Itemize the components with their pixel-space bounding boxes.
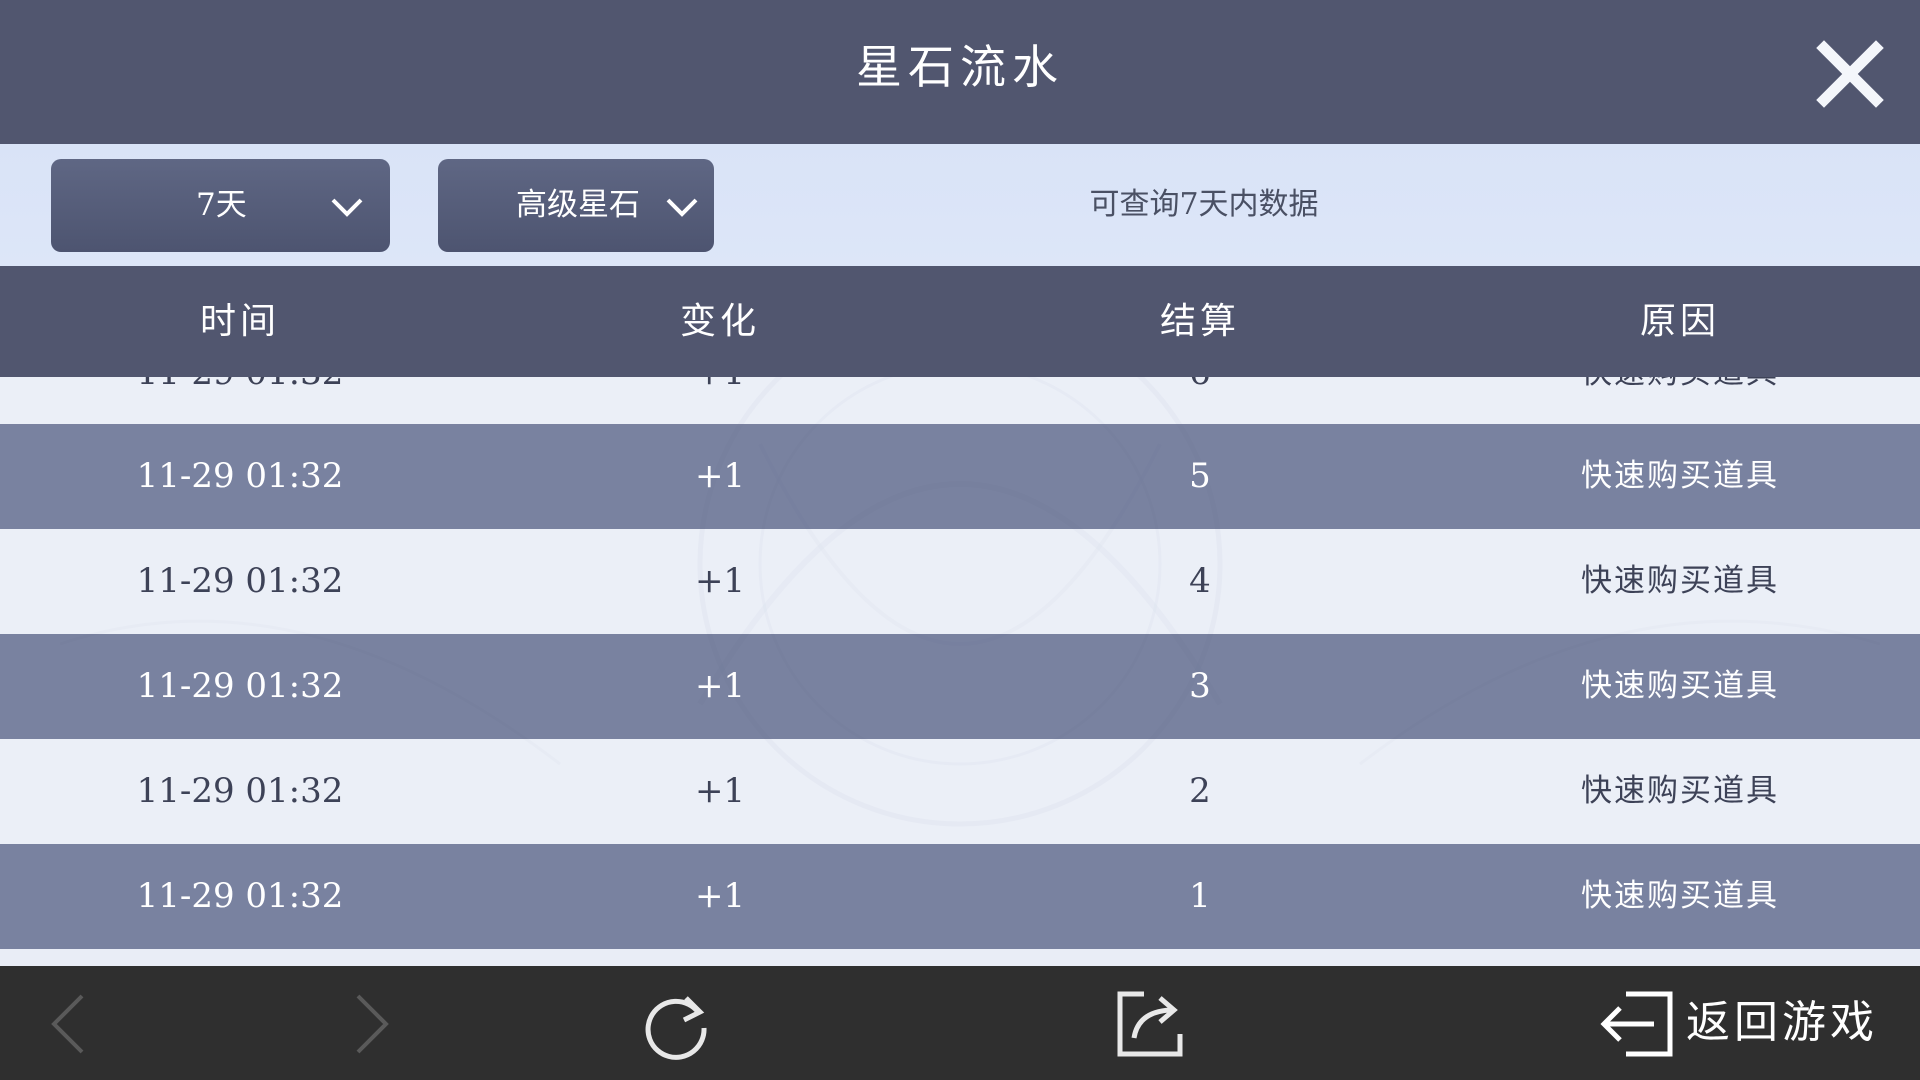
cell-reason: 快速购买道具 [1581,563,1779,599]
column-header-time: 时间 [199,301,280,342]
forward-button[interactable] [352,994,392,1054]
cell-change: +1 [694,666,746,706]
currency-type-dropdown-label: 高级星石 [516,187,640,223]
cell-reason: 快速购买道具 [1440,377,1920,426]
cell-balance: 5 [1189,456,1211,496]
cell-balance: 2 [1189,771,1211,811]
column-header-change: 变化 [679,301,760,342]
refresh-icon [645,996,707,1060]
close-icon [1816,40,1884,108]
chevron-down-icon [666,198,698,217]
header-bar: 星石流水 [0,0,1920,144]
share-icon [1117,991,1183,1057]
cell-change: +1 [480,377,960,426]
chevron-down-icon [331,198,363,217]
bottom-toolbar: 返回游戏 [0,966,1920,1080]
share-button[interactable] [1114,988,1186,1060]
star-stone-ledger-window: 星石流水 7天 高级星石 可查询7天内数据 时间 变化 结算 原因 11-29 … [0,0,1920,1080]
table-body[interactable]: 11-29 01:32 +1 6 快速购买道具 11-29 01:32 +1 5… [0,377,1920,966]
table-row: 11-29 01:32 +1 2 快速购买道具 [0,739,1920,844]
cell-balance: 4 [1189,561,1211,601]
days-dropdown[interactable]: 7天 [51,159,390,252]
table-row: 11-29 01:32 +1 5 快速购买道具 [0,424,1920,529]
table-row: 11-29 01:32 +1 1 快速购买道具 [0,844,1920,949]
return-to-game-button[interactable]: 返回游戏 [1686,966,1878,1080]
cell-change: +1 [694,876,746,916]
cell-change: +1 [694,771,746,811]
cell-balance: 1 [1189,876,1211,916]
cell-change: +1 [694,456,746,496]
page-title: 星石流水 [856,40,1064,94]
exit-icon [1600,991,1673,1057]
cell-reason: 快速购买道具 [1581,878,1779,914]
table-row: 11-29 01:32 +1 6 快速购买道具 [0,377,1920,426]
refresh-button[interactable] [640,988,712,1060]
column-header-reason: 原因 [1639,301,1720,342]
cell-reason: 快速购买道具 [1581,668,1779,704]
table-row: 11-29 01:32 +1 4 快速购买道具 [0,529,1920,634]
cell-reason: 快速购买道具 [1581,773,1779,809]
cell-balance: 6 [960,377,1440,426]
days-dropdown-label: 7天 [196,187,247,223]
cell-time: 11-29 01:32 [136,561,344,601]
arrow-right-icon [356,994,389,1054]
cell-change: +1 [694,561,746,601]
cell-time: 11-29 01:32 [136,456,344,496]
filter-bar: 7天 高级星石 可查询7天内数据 [0,144,1920,266]
query-range-hint: 可查询7天内数据 [1089,187,1319,222]
cell-balance: 3 [1189,666,1211,706]
table-row: 11-29 01:32 +1 3 快速购买道具 [0,634,1920,739]
cell-reason: 快速购买道具 [1581,458,1779,494]
close-button[interactable] [1814,38,1886,110]
arrow-left-icon [51,994,84,1054]
exit-button[interactable] [1598,990,1674,1058]
table-header: 时间 变化 结算 原因 [0,266,1920,377]
content-area: 7天 高级星石 可查询7天内数据 时间 变化 结算 原因 11-29 01:32… [0,144,1920,966]
back-button[interactable] [48,994,88,1054]
cell-time: 11-29 01:32 [136,876,344,916]
cell-time: 11-29 01:32 [136,666,344,706]
cell-time: 11-29 01:32 [136,771,344,811]
currency-type-dropdown[interactable]: 高级星石 [438,159,714,252]
column-header-balance: 结算 [1159,301,1240,342]
cell-time: 11-29 01:32 [0,377,480,426]
